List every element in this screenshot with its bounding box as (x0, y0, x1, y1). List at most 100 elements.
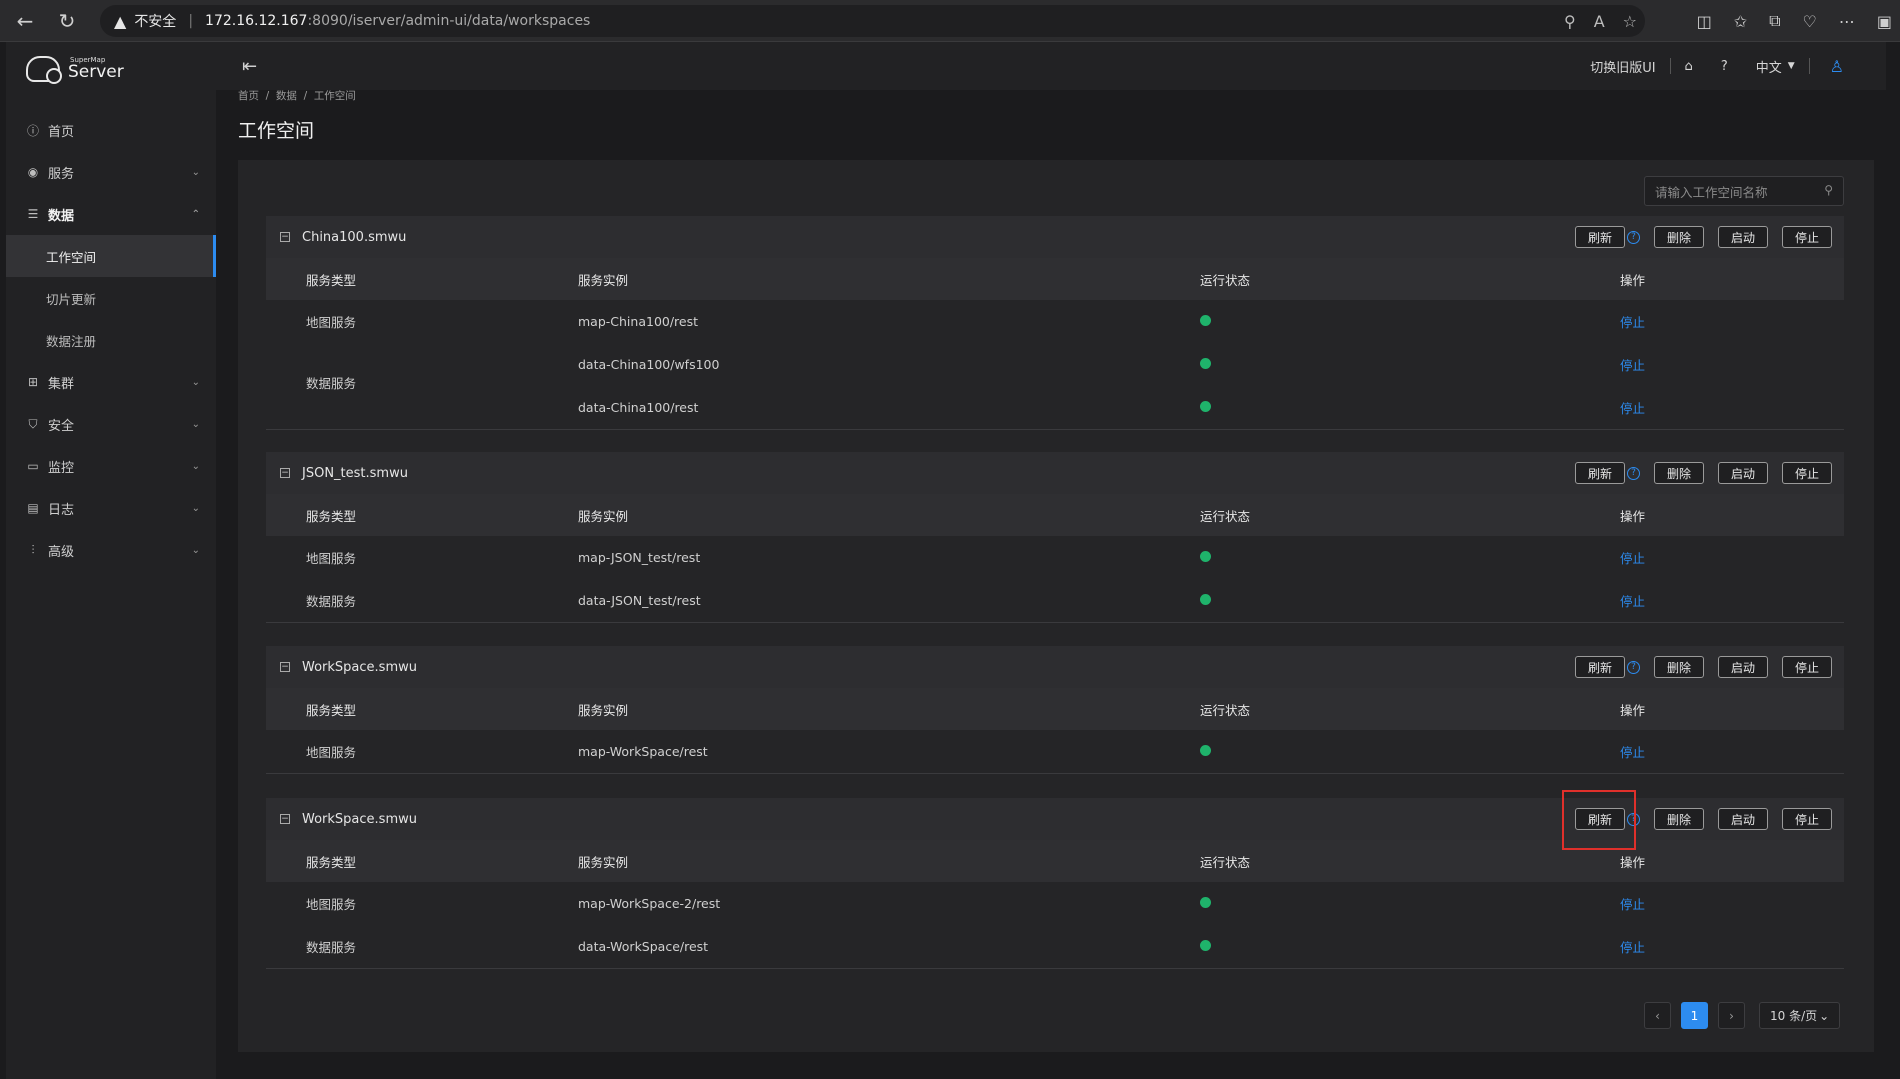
switch-old-ui-button[interactable]: 切换旧版UI (1576, 57, 1669, 76)
service-type: 数据服务 (306, 376, 357, 391)
sidebar-item-monitor[interactable]: ▭ 监控 ⌄ (6, 445, 216, 487)
sidebar-item-label: 首页 (48, 124, 75, 140)
header-action: 操作 (1620, 272, 1646, 288)
menu-collapse-icon[interactable]: ⇤ (242, 56, 257, 77)
stop-link[interactable]: 停止 (1620, 398, 1844, 417)
user-icon[interactable]: ♙ (1816, 57, 1858, 76)
sidebar-item-home[interactable]: ⓘ 首页 (6, 109, 216, 151)
header-service-instance: 服务实例 (578, 272, 629, 288)
refresh-button[interactable]: 刷新 (1574, 656, 1625, 678)
chevron-down-icon: ⌄ (191, 418, 200, 430)
zoom-icon[interactable]: ⚲ (1564, 12, 1576, 31)
refresh-button[interactable]: 刷新 (1574, 226, 1625, 248)
delete-button[interactable]: 删除 (1653, 226, 1704, 248)
header-service-instance: 服务实例 (578, 854, 629, 870)
sidebar-item-label: 服务 (48, 166, 75, 182)
help-circle-icon[interactable]: ? (1626, 230, 1640, 244)
sidebar-item-advanced[interactable]: ⫶ 高级 ⌄ (6, 529, 216, 571)
breadcrumb: 首页 / 数据 / 工作空间 (238, 88, 356, 103)
favorites-icon[interactable]: ✩ (1734, 12, 1747, 31)
breadcrumb-home[interactable]: 首页 (238, 90, 259, 102)
service-instance: data-China100/rest (578, 400, 699, 415)
service-type: 地图服务 (306, 745, 357, 760)
help-icon[interactable]: ? (1707, 59, 1742, 74)
start-button[interactable]: 启动 (1717, 808, 1768, 830)
sidebar-subitem-data-registration[interactable]: 数据注册 (6, 319, 216, 361)
merged-rows: 数据服务 data-China100/wfs100 停止 data-China1… (266, 343, 1844, 429)
stop-link[interactable]: 停止 (1620, 355, 1844, 374)
sidebar-item-cluster[interactable]: ⊞ 集群 ⌄ (6, 361, 216, 403)
table-row: 数据服务 data-WorkSpace/rest 停止 (266, 925, 1844, 968)
running-status-dot (1200, 315, 1211, 326)
stop-link[interactable]: 停止 (1620, 894, 1844, 913)
sidebar-item-data[interactable]: ☰ 数据 ⌃ (6, 193, 216, 235)
back-arrow-icon[interactable]: ← (8, 4, 42, 38)
sidebar-subitem-workspaces[interactable]: 工作空间 (6, 235, 216, 277)
workspace-card: − China100.smwu 刷新 ? 删除 启动 停止 服务类型 服务实例 … (266, 216, 1844, 430)
supermap-logo[interactable]: SuperMap Server (26, 56, 124, 84)
sidebar-item-security[interactable]: ⛉ 安全 ⌄ (6, 403, 216, 445)
sidebar-item-label: 高级 (48, 544, 75, 560)
stop-button[interactable]: 停止 (1781, 462, 1832, 484)
help-circle-icon[interactable]: ? (1626, 466, 1640, 480)
stop-button[interactable]: 停止 (1781, 226, 1832, 248)
breadcrumb-data[interactable]: 数据 (276, 90, 297, 102)
workspace-search-input[interactable]: 请输入工作空间名称 ⚲ (1644, 176, 1844, 206)
next-page-button[interactable]: › (1718, 1002, 1745, 1029)
running-status-dot (1200, 358, 1211, 369)
workspace-name: WorkSpace.smwu (302, 811, 417, 827)
page-size-select[interactable]: 10 条/页 ⌄ (1759, 1002, 1841, 1029)
collapse-toggle-icon[interactable]: − (280, 662, 290, 672)
sidebar-toggle-icon[interactable]: ▣ (1877, 12, 1892, 31)
read-aloud-icon[interactable]: A (1594, 12, 1605, 31)
start-button[interactable]: 启动 (1717, 226, 1768, 248)
breadcrumb-separator: / (300, 90, 311, 102)
sidebar-item-logs[interactable]: ▤ 日志 ⌄ (6, 487, 216, 529)
running-status-dot (1200, 551, 1211, 562)
divider (266, 773, 1844, 774)
table-header: 服务类型 服务实例 运行状态 操作 (266, 258, 1844, 300)
more-icon[interactable]: ⋯ (1839, 12, 1855, 31)
sidebar-item-services[interactable]: ◉ 服务 ⌄ (6, 151, 216, 193)
collapse-toggle-icon[interactable]: − (280, 814, 290, 824)
delete-button[interactable]: 删除 (1653, 462, 1704, 484)
table-row: 数据服务 data-JSON_test/rest 停止 (266, 579, 1844, 622)
gift-icon[interactable]: ⌂ (1671, 59, 1707, 74)
start-button[interactable]: 启动 (1717, 462, 1768, 484)
log-icon: ▤ (27, 501, 39, 515)
refresh-button[interactable]: 刷新 (1574, 462, 1625, 484)
service-instance: map-JSON_test/rest (578, 550, 701, 565)
page-number-button[interactable]: 1 (1681, 1002, 1708, 1029)
delete-button[interactable]: 删除 (1653, 808, 1704, 830)
stop-link[interactable]: 停止 (1620, 742, 1844, 761)
pagination: ‹ 1 › 10 条/页 ⌄ (1644, 1002, 1841, 1029)
table-row: data-China100/rest 停止 (266, 386, 1844, 429)
delete-button[interactable]: 删除 (1653, 656, 1704, 678)
split-screen-icon[interactable]: ◫ (1697, 12, 1712, 31)
stop-link[interactable]: 停止 (1620, 312, 1844, 331)
reload-icon[interactable]: ↻ (50, 4, 84, 38)
workspace-header: − WorkSpace.smwu 刷新 ? 删除 启动 停止 (266, 646, 1844, 688)
collections-icon[interactable]: ⧉ (1769, 11, 1780, 31)
header-action: 操作 (1620, 508, 1646, 524)
start-button[interactable]: 启动 (1717, 656, 1768, 678)
scrollbar[interactable] (1886, 42, 1900, 1079)
language-select[interactable]: 中文 ▼ (1742, 57, 1809, 76)
collapse-toggle-icon[interactable]: − (280, 468, 290, 478)
address-bar[interactable]: ▲ 不安全 | 172.16.12.167:8090/iserver/admin… (100, 5, 1645, 37)
stop-button[interactable]: 停止 (1781, 656, 1832, 678)
stop-button[interactable]: 停止 (1781, 808, 1832, 830)
stop-link[interactable]: 停止 (1620, 548, 1844, 567)
help-circle-icon[interactable]: ? (1626, 660, 1640, 674)
sidebar-subitem-tile-update[interactable]: 切片更新 (6, 277, 216, 319)
info-icon: ⓘ (26, 123, 39, 138)
sidebar-item-label: 安全 (48, 418, 75, 434)
favorite-star-icon[interactable]: ☆ (1623, 12, 1637, 31)
prev-page-button[interactable]: ‹ (1644, 1002, 1671, 1029)
search-icon[interactable]: ⚲ (1824, 183, 1833, 197)
divider (266, 429, 1844, 430)
collapse-toggle-icon[interactable]: − (280, 232, 290, 242)
stop-link[interactable]: 停止 (1620, 937, 1844, 956)
browser-essentials-icon[interactable]: ♡ (1803, 12, 1817, 31)
stop-link[interactable]: 停止 (1620, 591, 1844, 610)
